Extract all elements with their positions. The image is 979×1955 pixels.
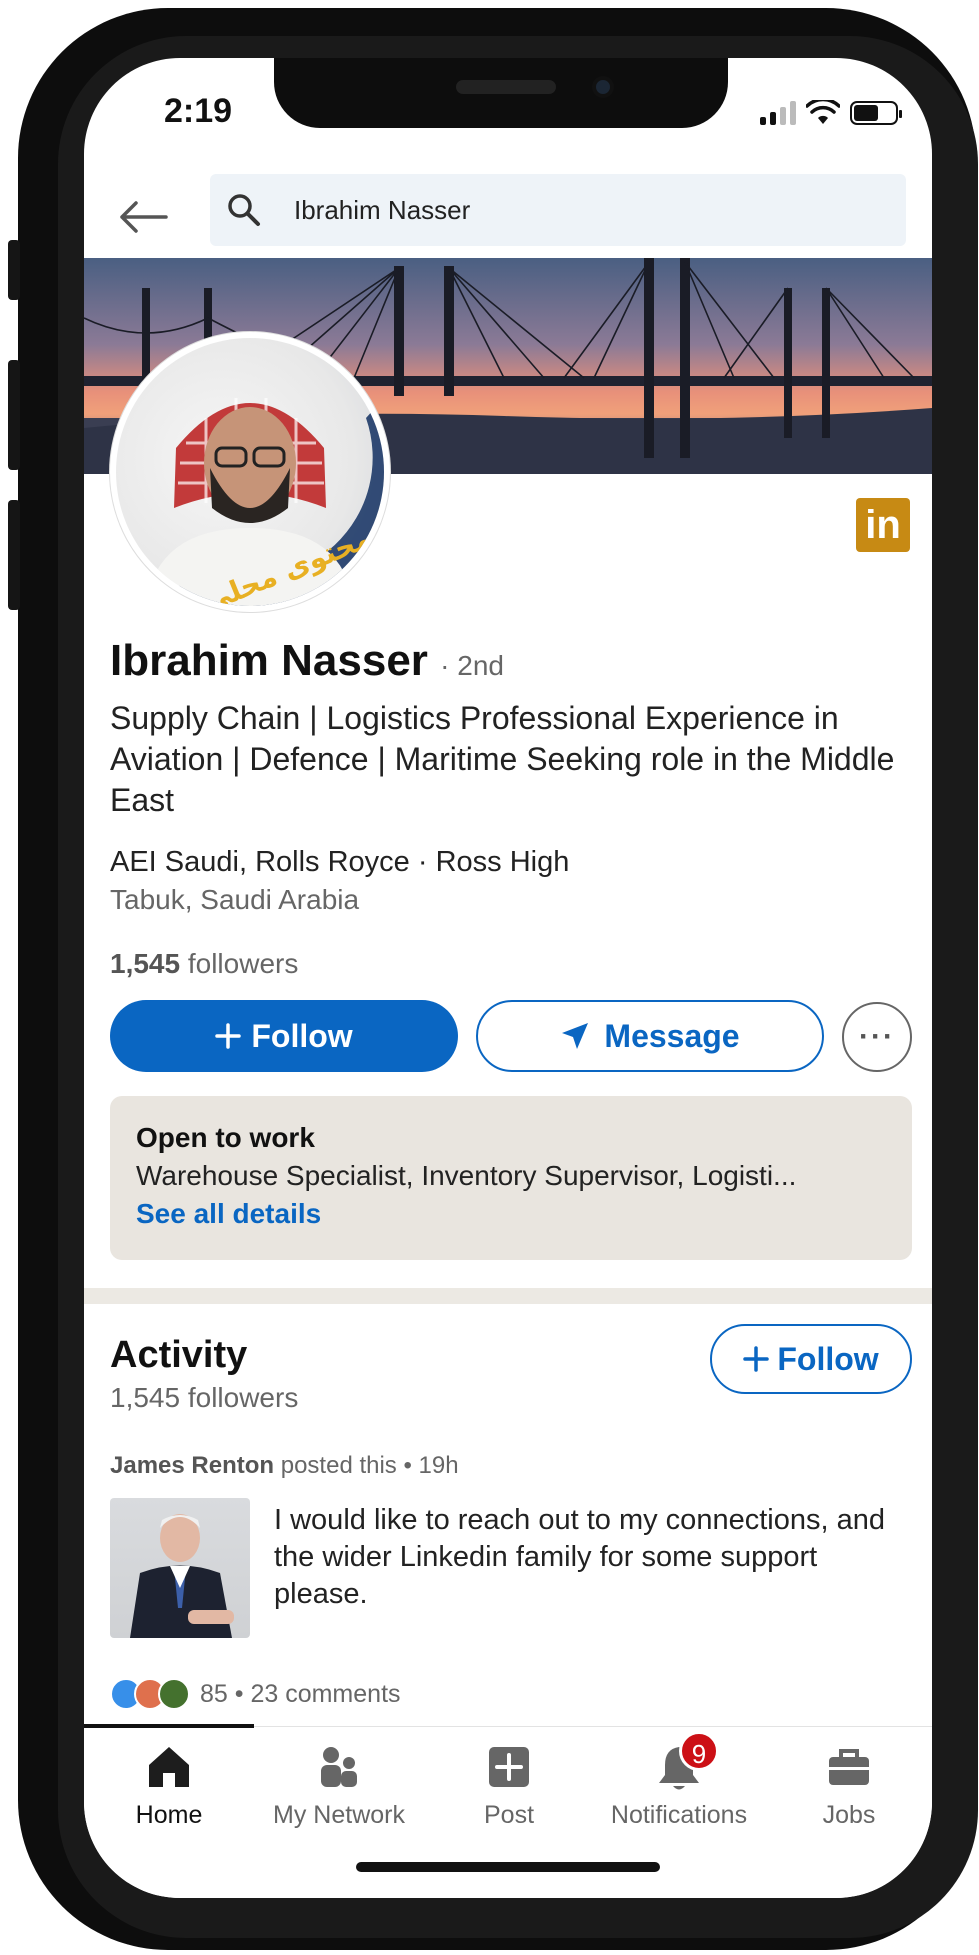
profile-followers: 1,545 followers [110, 948, 298, 980]
followers-count: 1,545 [110, 948, 181, 979]
message-button-label: Message [604, 1017, 740, 1054]
post-text[interactable]: I would like to reach out to my connecti… [274, 1502, 904, 1613]
side-button-volume-down [8, 500, 20, 610]
profile-name: Ibrahim Nasser · 2nd [110, 636, 504, 686]
profile-company: AEI Saudi, Rolls Royce · Ross High [110, 846, 570, 878]
profile-name-text: Ibrahim Nasser [110, 636, 428, 685]
see-all-details-link[interactable]: See all details [136, 1198, 321, 1230]
status-time: 2:19 [164, 92, 233, 130]
follow-button-label: Follow [251, 1017, 353, 1054]
camera-icon [592, 76, 614, 98]
nav-jobs-label: Jobs [822, 1801, 876, 1829]
search-bar[interactable]: Ibrahim Nasser [210, 174, 906, 246]
support-reaction-icon [158, 1678, 190, 1710]
nav-jobs[interactable]: Jobs [764, 1741, 932, 1830]
search-query: Ibrahim Nasser [294, 194, 471, 225]
active-tab-indicator [84, 1724, 254, 1728]
notch [274, 58, 728, 128]
nav-my-network-label: My Network [273, 1801, 405, 1829]
post-reactions[interactable]: 85 • 23 comments [110, 1678, 401, 1710]
plus-icon [743, 1346, 770, 1372]
open-to-work-title: Open to work [136, 1122, 315, 1153]
notifications-badge: 9 [679, 1731, 719, 1771]
activity-follow-button[interactable]: Follow [710, 1324, 912, 1394]
bell-icon-wrapper: 9 [653, 1731, 719, 1793]
profile-location: Tabuk, Saudi Arabia [110, 884, 360, 915]
side-button-mute [8, 240, 20, 300]
activity-followers: 1,545 followers [110, 1382, 299, 1413]
nav-my-network[interactable]: My Network [254, 1741, 424, 1830]
post-author[interactable]: James Renton [110, 1452, 274, 1479]
app-screen: 2:19 Ibrahim Nasser أنا محتوى محلي in Ib… [84, 58, 932, 1898]
follow-button[interactable]: Follow [110, 1000, 458, 1072]
open-to-work-card[interactable]: Open to work Warehouse Specialist, Inven… [110, 1096, 912, 1260]
post-thumbnail[interactable] [110, 1498, 250, 1638]
send-icon [562, 1023, 589, 1049]
section-divider [84, 1288, 932, 1304]
profile-headline: Supply Chain | Logistics Professional Ex… [110, 700, 895, 818]
nav-post-label: Post [483, 1801, 535, 1829]
side-button-volume-up [8, 360, 20, 470]
connection-degree: · 2nd [440, 650, 504, 681]
network-icon [321, 1747, 357, 1787]
post-meta: James Renton posted this • 19h [110, 1452, 459, 1480]
nav-home-label: Home [135, 1801, 203, 1829]
profile-avatar[interactable]: أنا محتوى محلي [110, 332, 390, 612]
home-indicator[interactable] [356, 1862, 660, 1872]
more-options-button[interactable]: ··· [842, 1002, 912, 1072]
nav-notifications-label: Notifications [610, 1801, 748, 1829]
reactions-summary: 85 • 23 comments [200, 1679, 401, 1708]
followers-label: followers [180, 948, 299, 979]
nav-notifications[interactable]: 9 Notifications [594, 1731, 764, 1830]
battery-icon [850, 101, 902, 125]
message-button[interactable]: Message [476, 1000, 824, 1072]
activity-follow-label: Follow [777, 1340, 879, 1377]
linkedin-logo-icon: in [856, 498, 910, 552]
signal-icon [760, 101, 796, 125]
speaker-grille [456, 80, 556, 94]
open-to-work-roles: Warehouse Specialist, Inventory Supervis… [136, 1160, 797, 1191]
avatar-portrait [146, 398, 384, 606]
home-icon [149, 1747, 189, 1787]
briefcase-icon [829, 1749, 869, 1785]
back-button[interactable] [114, 188, 172, 246]
post-author-photo [130, 1514, 234, 1638]
nav-post[interactable]: Post [424, 1741, 594, 1830]
wifi-icon [806, 100, 840, 124]
activity-title: Activity [110, 1334, 248, 1376]
plus-icon [215, 1023, 242, 1049]
status-icons [760, 98, 902, 128]
post-time: posted this • 19h [274, 1452, 459, 1479]
bottom-navigation: Home My Network Post 9 Notifications Job… [84, 1724, 932, 1898]
post-icon [489, 1747, 529, 1787]
back-arrow-icon [120, 201, 168, 233]
search-icon [228, 194, 260, 226]
nav-home[interactable]: Home [84, 1741, 254, 1830]
